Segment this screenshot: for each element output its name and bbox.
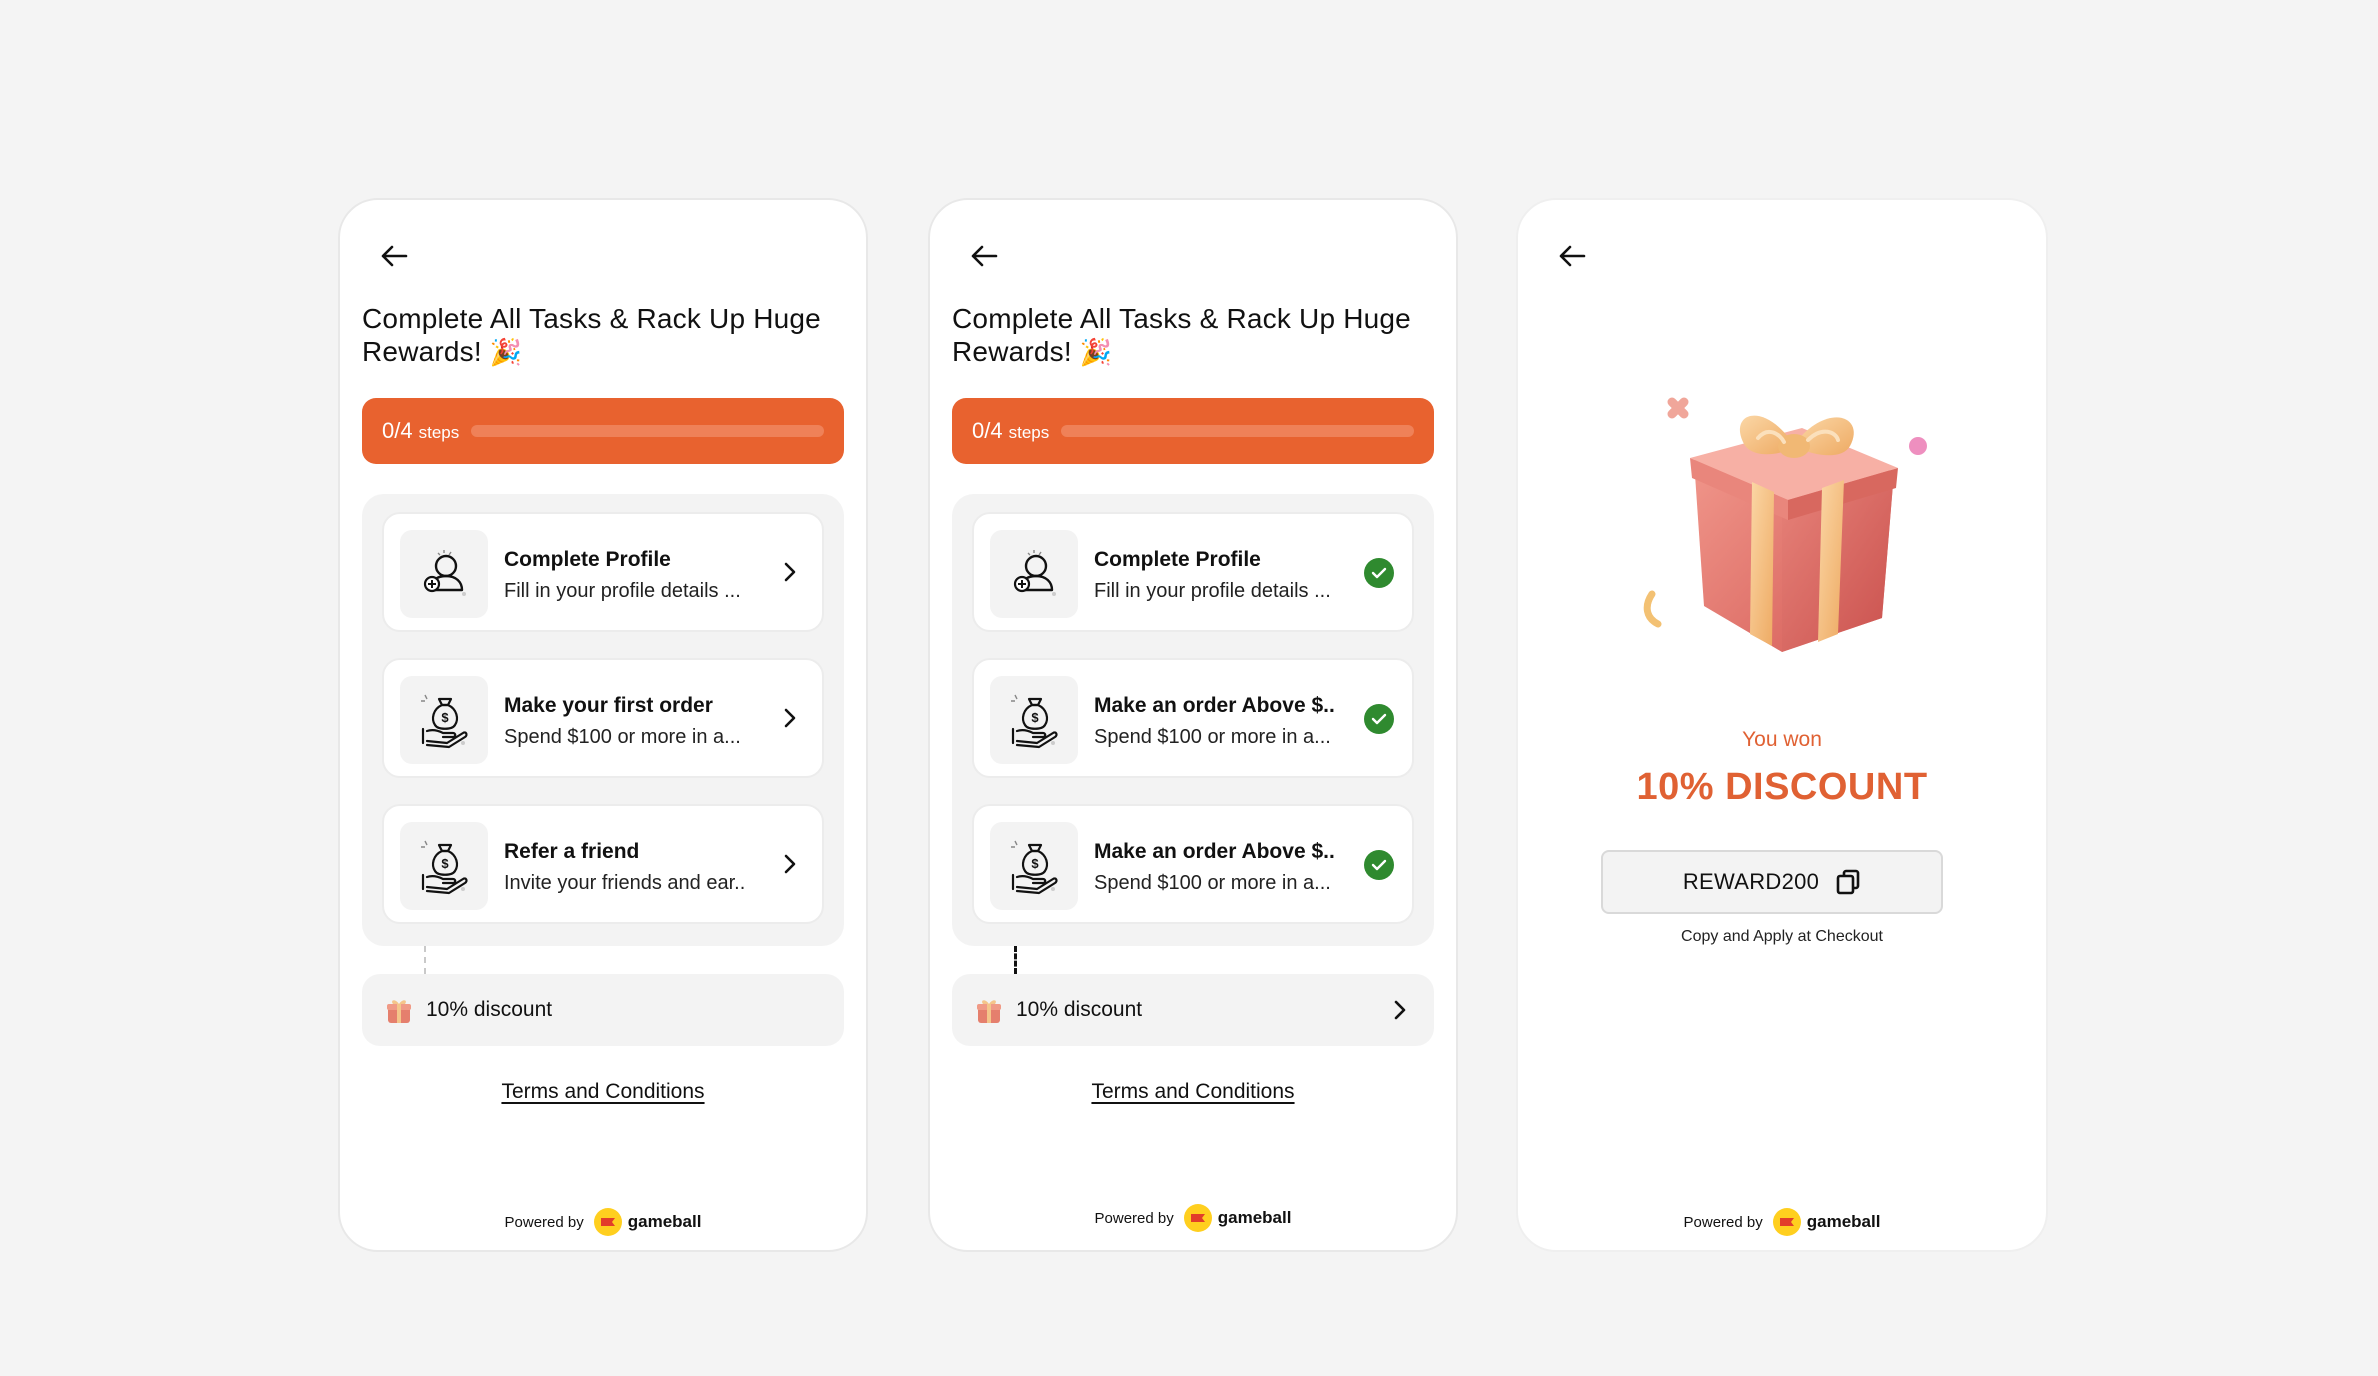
money-bag-hand-icon: $ [400, 676, 488, 764]
task-description: Fill in your profile details ... [1094, 580, 1331, 602]
task-name: Make an order Above $.. [1094, 840, 1335, 863]
task-name: Refer a friend [504, 840, 640, 863]
progress-count: 0/4 [972, 418, 1003, 443]
page-title: Complete All Tasks & Rack Up Huge Reward… [362, 303, 821, 367]
task-list: Complete Profile Fill in your profile de… [362, 494, 844, 946]
coupon-code-box[interactable]: REWARD200 [1601, 850, 1943, 914]
progress-track [471, 425, 824, 437]
svg-text:$: $ [1031, 710, 1039, 725]
task-name: Make your first order [504, 694, 713, 717]
task-item[interactable]: $ Make an order Above $.. Spend $100 or … [972, 804, 1414, 924]
reward-row[interactable]: 10% discount [952, 974, 1434, 1046]
back-button[interactable] [964, 236, 1004, 276]
task-description: Spend $100 or more in a... [504, 726, 741, 748]
reward-label: 10% discount [1016, 998, 1143, 1021]
tasks-screen-completed: Complete All Tasks & Rack Up Huge Reward… [928, 198, 1458, 1252]
powered-by-label: Powered by [1094, 1209, 1174, 1227]
reward-row[interactable]: 10% discount [362, 974, 844, 1046]
brand-name: gameball [1217, 1208, 1292, 1227]
task-name: Complete Profile [504, 548, 671, 571]
check-circle-icon [1364, 850, 1394, 880]
progress-bar: 0/4 steps [362, 398, 844, 464]
progress-track [1061, 425, 1414, 437]
brand-name: gameball [1806, 1212, 1881, 1231]
gift-box-icon [1643, 397, 1927, 652]
tasks-screen-pending: Complete All Tasks & Rack Up Huge Reward… [338, 198, 868, 1252]
copy-icon[interactable] [1835, 868, 1861, 896]
arrow-left-icon [381, 245, 408, 267]
progress-bar: 0/4 steps [952, 398, 1434, 464]
party-popper-icon: 🎉 [489, 337, 523, 367]
chevron-right-icon[interactable] [774, 848, 806, 880]
gameball-logo-icon [1183, 1204, 1212, 1232]
powered-by: Powered by gameball [930, 1204, 1456, 1232]
reward-label: 10% discount [426, 998, 553, 1021]
party-popper-icon: 🎉 [1079, 337, 1113, 367]
task-item[interactable]: $ Refer a friend Invite your friends and… [382, 804, 824, 924]
powered-by-label: Powered by [504, 1213, 584, 1231]
task-description: Invite your friends and ear.. [504, 872, 746, 894]
task-description: Spend $100 or more in a... [1094, 726, 1331, 748]
page-title: Complete All Tasks & Rack Up Huge Reward… [952, 303, 1411, 367]
task-item[interactable]: Complete Profile Fill in your profile de… [972, 512, 1414, 632]
brand-name: gameball [627, 1212, 702, 1231]
task-description: Spend $100 or more in a... [1094, 872, 1331, 894]
discount-value: 10% DISCOUNT [1636, 766, 1928, 808]
powered-by-label: Powered by [1683, 1213, 1763, 1231]
progress-count: 0/4 [382, 418, 413, 443]
powered-by: Powered by gameball [1518, 1208, 2046, 1236]
copy-hint: Copy and Apply at Checkout [1681, 928, 1883, 945]
progress-unit: steps [418, 423, 460, 442]
money-bag-hand-icon: $ [990, 822, 1078, 910]
powered-by: Powered by gameball [340, 1208, 866, 1236]
terms-link-wrap: Terms and Conditions [340, 1080, 866, 1104]
chevron-right-icon[interactable] [1384, 994, 1416, 1026]
terms-link-wrap: Terms and Conditions [930, 1080, 1456, 1104]
step-connector [424, 946, 426, 974]
task-name: Make an order Above $.. [1094, 694, 1335, 717]
task-item[interactable]: $ Make your first order Spend $100 or mo… [382, 658, 824, 778]
arrow-left-icon [1559, 245, 1586, 267]
task-name: Complete Profile [1094, 548, 1261, 571]
svg-text:$: $ [441, 710, 449, 725]
check-circle-icon [1364, 704, 1394, 734]
chevron-right-icon[interactable] [774, 556, 806, 588]
progress-unit: steps [1008, 423, 1050, 442]
terms-link[interactable]: Terms and Conditions [1091, 1080, 1294, 1103]
money-bag-hand-icon: $ [990, 676, 1078, 764]
chevron-right-icon[interactable] [774, 702, 806, 734]
terms-link[interactable]: Terms and Conditions [501, 1080, 704, 1103]
you-won-label: You won [1742, 728, 1822, 751]
back-button[interactable] [374, 236, 414, 276]
step-connector [1014, 946, 1017, 974]
task-item[interactable]: $ Make an order Above $.. Spend $100 or … [972, 658, 1414, 778]
coupon-code: REWARD200 [1682, 869, 1820, 894]
task-item[interactable]: Complete Profile Fill in your profile de… [382, 512, 824, 632]
add-user-icon [400, 530, 488, 618]
gameball-logo-icon [593, 1208, 622, 1236]
task-description: Fill in your profile details ... [504, 580, 741, 602]
money-bag-hand-icon: $ [400, 822, 488, 910]
gift-icon [387, 1000, 411, 1023]
add-user-icon [990, 530, 1078, 618]
svg-text:$: $ [1031, 856, 1039, 871]
gameball-logo-icon [1772, 1208, 1801, 1236]
svg-text:$: $ [441, 856, 449, 871]
back-button[interactable] [1552, 236, 1592, 276]
reward-won-screen: You won 10% DISCOUNT REWARD200 Copy and … [1516, 198, 2048, 1252]
check-circle-icon [1364, 558, 1394, 588]
task-list: Complete Profile Fill in your profile de… [952, 494, 1434, 946]
gift-icon [977, 1000, 1001, 1023]
arrow-left-icon [971, 245, 998, 267]
